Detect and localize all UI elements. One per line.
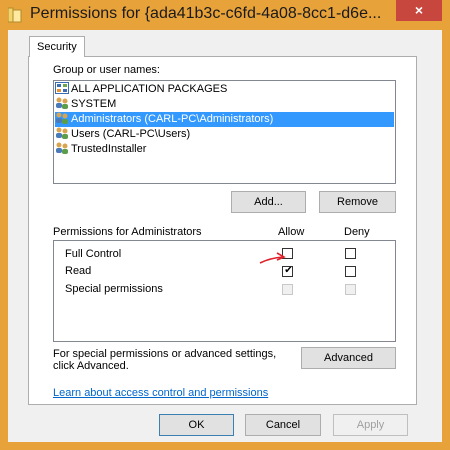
- allow-column-header: Allow: [278, 226, 305, 238]
- title-bar[interactable]: Permissions for {ada41b3c-c6fd-4a08-8cc1…: [0, 0, 450, 30]
- permission-name: Special permissions: [65, 283, 163, 295]
- permissions-window: Permissions for {ada41b3c-c6fd-4a08-8cc1…: [0, 0, 450, 450]
- users-icon: [56, 112, 68, 124]
- permission-name: Read: [65, 265, 92, 277]
- group-label: Group or user names:: [53, 64, 160, 76]
- access-control-help-link[interactable]: Learn about access control and permissio…: [53, 387, 268, 399]
- advanced-button[interactable]: Advanced: [301, 347, 396, 369]
- user-name: ALL APPLICATION PACKAGES: [71, 83, 228, 95]
- user-name: Administrators (CARL-PC\Administrators): [71, 113, 274, 125]
- remove-button[interactable]: Remove: [319, 191, 396, 213]
- users-icon: [56, 142, 68, 154]
- list-item[interactable]: Administrators (CARL-PC\Administrators): [55, 112, 394, 127]
- special-deny-checkbox: [345, 284, 356, 295]
- special-allow-checkbox: [282, 284, 293, 295]
- annotation-arrow-icon: [259, 252, 286, 264]
- deny-column-header: Deny: [344, 226, 370, 238]
- apply-button: Apply: [333, 414, 408, 436]
- app-packages-icon: [55, 82, 69, 94]
- list-item[interactable]: Users (CARL-PC\Users): [55, 127, 394, 142]
- users-icon: [56, 127, 68, 139]
- user-name: SYSTEM: [71, 98, 117, 110]
- cancel-button[interactable]: Cancel: [245, 414, 321, 436]
- permission-name: Full Control: [65, 248, 122, 260]
- folder-icon: [8, 7, 22, 23]
- list-item[interactable]: ALL APPLICATION PACKAGES: [55, 82, 394, 97]
- read-deny-checkbox[interactable]: [345, 266, 356, 277]
- user-list[interactable]: ALL APPLICATION PACKAGES SYSTEM Administ…: [53, 80, 396, 184]
- user-name: TrustedInstaller: [71, 143, 147, 155]
- tab-security[interactable]: Security: [29, 36, 85, 57]
- checkmark-icon: ✔: [284, 265, 293, 276]
- advanced-info-text: For special permissions or advanced sett…: [53, 348, 277, 372]
- ok-button[interactable]: OK: [159, 414, 234, 436]
- users-icon: [56, 97, 68, 109]
- permissions-header: Permissions for Administrators: [53, 226, 202, 238]
- add-button[interactable]: Add...: [231, 191, 306, 213]
- list-item[interactable]: TrustedInstaller: [55, 142, 394, 157]
- close-button[interactable]: ×: [396, 0, 442, 21]
- list-item[interactable]: SYSTEM: [55, 97, 394, 112]
- permissions-list: Full Control Read Special permissions ✔: [53, 240, 396, 342]
- read-allow-checkbox[interactable]: ✔: [282, 265, 293, 277]
- user-name: Users (CARL-PC\Users): [71, 128, 191, 140]
- window-title: Permissions for {ada41b3c-c6fd-4a08-8cc1…: [30, 5, 382, 22]
- full-control-deny-checkbox[interactable]: [345, 248, 356, 259]
